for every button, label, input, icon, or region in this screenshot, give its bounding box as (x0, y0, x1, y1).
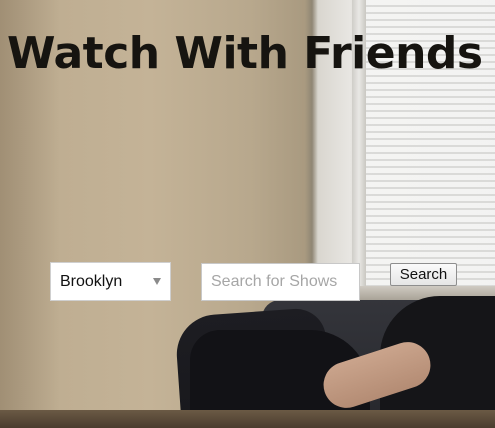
page-title: Watch With Friends (7, 28, 483, 79)
show-search-input[interactable] (201, 263, 360, 301)
location-select-value: Brooklyn (60, 272, 123, 290)
search-button[interactable]: Search (390, 263, 457, 286)
chevron-down-icon (153, 278, 161, 285)
floor (0, 410, 495, 428)
location-select[interactable]: Brooklyn (50, 262, 171, 301)
